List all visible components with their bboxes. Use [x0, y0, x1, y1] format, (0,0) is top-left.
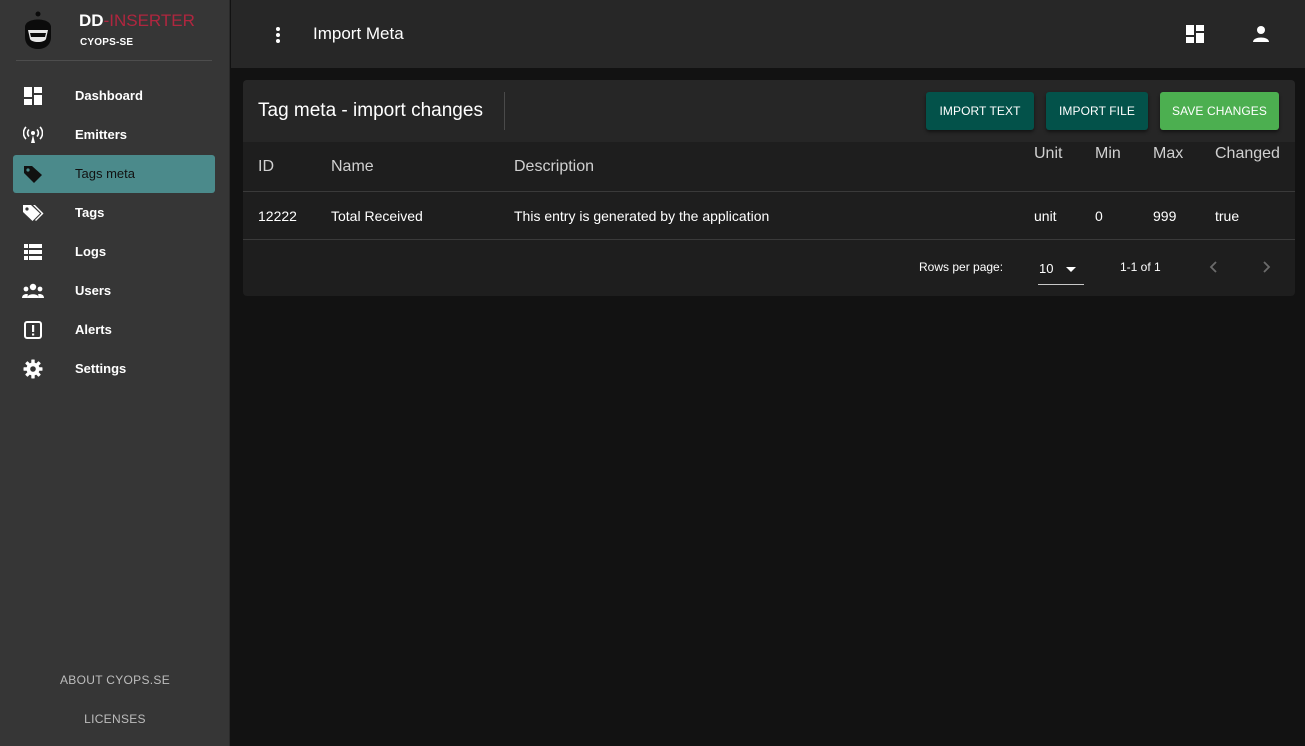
sidebar-item-logs[interactable]: Logs	[0, 232, 230, 271]
cell-min: 0	[1095, 208, 1103, 224]
cell-name: Total Received	[331, 208, 423, 224]
tag-icon	[22, 164, 44, 184]
caret-down-icon	[1066, 267, 1076, 272]
alert-box-icon	[22, 320, 44, 340]
app-subtitle: CYOPS-SE	[80, 37, 134, 48]
dashboard-icon	[22, 86, 44, 106]
account-icon[interactable]	[1249, 22, 1273, 46]
rows-per-page-value: 10	[1039, 261, 1054, 276]
sidebar: DD-INSERTER CYOPS-SE Dashboard Emitters	[0, 0, 230, 746]
cell-description: This entry is generated by the applicati…	[514, 208, 770, 224]
column-header-max: Max	[1153, 145, 1184, 162]
cell-unit: unit	[1034, 208, 1057, 224]
import-file-button[interactable]: IMPORT FILE	[1046, 92, 1148, 130]
sidebar-item-alerts[interactable]: Alerts	[0, 310, 230, 349]
antenna-icon	[22, 125, 44, 145]
sidebar-item-label: Users	[75, 283, 112, 298]
import-changes-card: Tag meta - import changes IMPORT TEXT IM…	[243, 80, 1295, 296]
sidebar-item-label: Alerts	[75, 322, 112, 337]
licenses-link[interactable]: LICENSES	[0, 712, 230, 726]
sidebar-item-tags[interactable]: Tags	[0, 193, 230, 232]
users-icon	[22, 281, 44, 301]
column-header-description: Description	[514, 158, 595, 175]
top-app-bar: Import Meta	[231, 0, 1305, 68]
rows-per-page-label: Rows per page:	[919, 260, 1004, 274]
page-title: Import Meta	[313, 24, 404, 43]
sidebar-item-label: Emitters	[75, 127, 128, 142]
sidebar-item-dashboard[interactable]: Dashboard	[0, 76, 230, 115]
sidebar-item-label: Logs	[75, 244, 107, 259]
chevron-left-icon[interactable]	[1205, 258, 1221, 276]
sidebar-item-label: Dashboard	[75, 88, 143, 103]
rows-per-page-select[interactable]: 10	[1038, 255, 1084, 285]
column-header-id: ID	[258, 158, 274, 175]
import-text-button[interactable]: IMPORT TEXT	[926, 92, 1034, 130]
brand: DD-INSERTER CYOPS-SE	[0, 0, 230, 62]
divider	[16, 60, 212, 61]
cell-max: 999	[1153, 208, 1177, 224]
app-title-bold: DD	[79, 11, 104, 30]
more-vertical-icon[interactable]	[264, 22, 292, 48]
sidebar-item-label: Tags	[75, 205, 105, 220]
divider	[504, 92, 505, 130]
app-title: DD-INSERTER	[79, 11, 195, 31]
cell-id: 12222	[258, 208, 297, 224]
helmet-logo-icon	[25, 11, 51, 49]
column-header-name: Name	[331, 158, 374, 175]
divider	[243, 239, 1295, 240]
column-header-min: Min	[1095, 145, 1121, 162]
save-changes-button[interactable]: SAVE CHANGES	[1160, 92, 1279, 130]
about-link[interactable]: ABOUT CYOPS.SE	[0, 673, 230, 687]
chevron-right-icon[interactable]	[1259, 258, 1275, 276]
list-icon	[22, 242, 44, 262]
app-root: DD-INSERTER CYOPS-SE Dashboard Emitters	[0, 0, 1305, 746]
tags-icon	[22, 203, 44, 223]
card-header: Tag meta - import changes IMPORT TEXT IM…	[243, 80, 1295, 142]
gear-icon	[22, 359, 44, 379]
cell-changed: true	[1215, 208, 1240, 224]
pagination-range: 1-1 of 1	[1120, 260, 1161, 274]
dashboard-icon[interactable]	[1183, 22, 1207, 46]
app-title-accent: -INSERTER	[103, 11, 195, 30]
column-header-unit: Unit	[1034, 145, 1063, 162]
sidebar-nav: Dashboard Emitters Tags meta Tags Logs U…	[0, 76, 230, 388]
sidebar-item-users[interactable]: Users	[0, 271, 230, 310]
sidebar-item-label: Tags meta	[75, 166, 135, 181]
column-header-changed: Changed	[1215, 145, 1280, 162]
sidebar-item-emitters[interactable]: Emitters	[0, 115, 230, 154]
card-title: Tag meta - import changes	[258, 100, 483, 121]
divider	[243, 191, 1295, 192]
sidebar-item-settings[interactable]: Settings	[0, 349, 230, 388]
sidebar-item-label: Settings	[75, 361, 127, 376]
sidebar-item-tags-meta[interactable]: Tags meta	[0, 154, 230, 193]
